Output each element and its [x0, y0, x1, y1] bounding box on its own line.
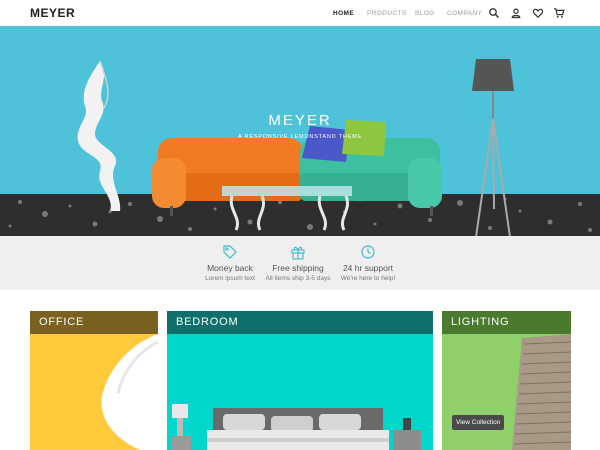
- category-image: [30, 334, 158, 450]
- category-image: [167, 334, 433, 450]
- site-logo[interactable]: MEYER: [30, 6, 75, 20]
- category-office[interactable]: OFFICE: [30, 311, 158, 450]
- category-image: View Collection: [442, 334, 571, 450]
- feature-support: 24 hr support We're here to help!: [328, 244, 408, 283]
- tag-icon: [222, 244, 238, 260]
- page: MEYER HOME PRODUCTS BLOG COMPANY MEYER A…: [0, 0, 600, 450]
- feature-subtitle: All items ship 3-5 days: [265, 275, 331, 282]
- heart-icon[interactable]: [532, 7, 544, 19]
- features-strip: Money back Lorem ipsum text Free shippin…: [0, 236, 600, 290]
- nav-products[interactable]: PRODUCTS: [367, 10, 407, 17]
- gift-icon: [290, 244, 306, 260]
- hero-subtitle: A RESPONSIVE LEMONSTAND THEME: [238, 134, 362, 140]
- nav-company[interactable]: COMPANY: [447, 10, 482, 17]
- search-icon[interactable]: [488, 7, 500, 19]
- floor-lamp-image: [472, 59, 514, 236]
- feature-subtitle: We're here to help!: [340, 275, 396, 282]
- category-title: OFFICE: [30, 311, 158, 334]
- user-icon[interactable]: [510, 7, 522, 19]
- cart-icon[interactable]: [553, 7, 565, 19]
- site-header: MEYER HOME PRODUCTS BLOG COMPANY: [0, 0, 600, 26]
- clock-icon: [360, 244, 376, 260]
- nav-blog[interactable]: BLOG: [415, 10, 435, 17]
- nav-home[interactable]: HOME: [333, 10, 354, 17]
- category-title: BEDROOM: [167, 311, 433, 334]
- feature-free-shipping: Free shipping All items ship 3-5 days: [258, 244, 338, 283]
- feature-title: Free shipping: [272, 263, 324, 273]
- feature-title: 24 hr support: [342, 263, 394, 273]
- hero-banner: MEYER A RESPONSIVE LEMONSTAND THEME: [0, 26, 600, 236]
- hero-title: MEYER: [268, 112, 332, 129]
- category-lighting[interactable]: LIGHTING View Collection: [442, 311, 571, 450]
- category-bedroom[interactable]: BEDROOM: [167, 311, 433, 450]
- view-collection-button[interactable]: View Collection: [452, 415, 505, 430]
- category-title: LIGHTING: [442, 311, 571, 334]
